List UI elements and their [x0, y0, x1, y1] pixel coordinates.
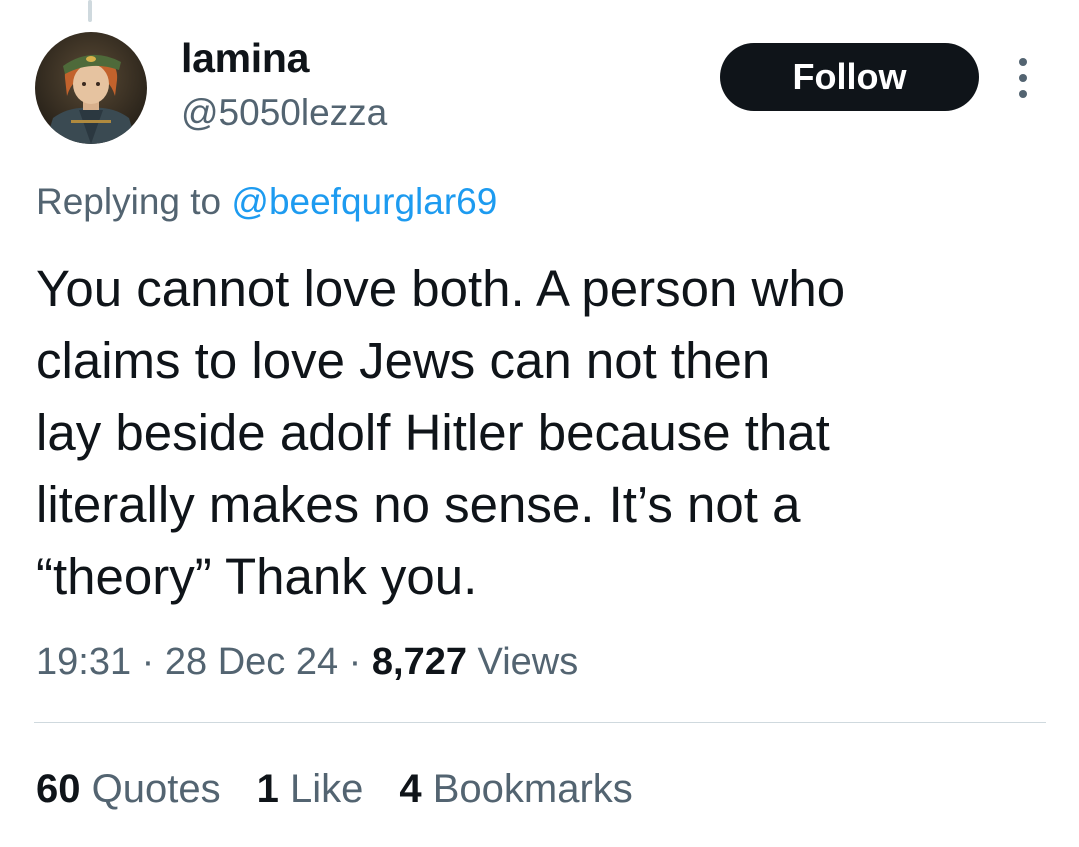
- replying-to-handle-link[interactable]: @beefqurglar69: [231, 181, 497, 222]
- follow-button[interactable]: Follow: [720, 43, 979, 111]
- divider: [34, 722, 1046, 723]
- tweet-text-line: lay beside adolf Hitler because that: [36, 404, 830, 461]
- quotes-label: Quotes: [91, 767, 221, 811]
- replying-to-label: Replying to: [36, 181, 222, 222]
- engagement-stats: 60 Quotes 1 Like 4 Bookmarks: [36, 764, 669, 814]
- quotes-count: 60: [36, 767, 81, 811]
- tweet-date[interactable]: 28 Dec 24: [165, 641, 338, 683]
- meta-separator: ·: [348, 641, 362, 683]
- author-display-name[interactable]: lamina: [181, 34, 309, 82]
- bookmarks-count: 4: [399, 767, 422, 811]
- thread-connector-line: [88, 0, 92, 22]
- tweet-text-line: literally makes no sense. It’s not a: [36, 476, 801, 533]
- more-dot: [1019, 74, 1027, 82]
- tweet-time[interactable]: 19:31: [36, 641, 131, 683]
- tweet-text-line: You cannot love both. A person who: [36, 260, 846, 317]
- tweet-metadata: 19:31 · 28 Dec 24 · 8,727 Views: [36, 637, 578, 687]
- likes-count: 1: [256, 767, 279, 811]
- avatar[interactable]: [35, 32, 147, 144]
- meta-separator: ·: [141, 641, 155, 683]
- replying-to-line: Replying to @beefqurglar69: [36, 178, 497, 226]
- views-count: 8,727: [371, 641, 467, 683]
- bookmarks-stat[interactable]: 4 Bookmarks: [399, 764, 632, 814]
- views-label: Views: [477, 641, 579, 683]
- author-handle[interactable]: @5050lezza: [181, 90, 387, 136]
- more-dot: [1019, 58, 1027, 66]
- avatar-image: [35, 32, 147, 144]
- more-dot: [1019, 90, 1027, 98]
- likes-stat[interactable]: 1 Like: [257, 764, 364, 814]
- tweet-text-line: “theory” Thank you.: [36, 548, 478, 605]
- more-vertical-icon[interactable]: [1008, 58, 1038, 98]
- bookmarks-label: Bookmarks: [432, 767, 633, 811]
- quotes-stat[interactable]: 60 Quotes: [36, 764, 221, 814]
- tweet-text-line: claims to love Jews can not then: [36, 332, 771, 389]
- tweet-text: You cannot love both. A person who claim…: [36, 253, 1046, 613]
- likes-label: Like: [289, 767, 364, 811]
